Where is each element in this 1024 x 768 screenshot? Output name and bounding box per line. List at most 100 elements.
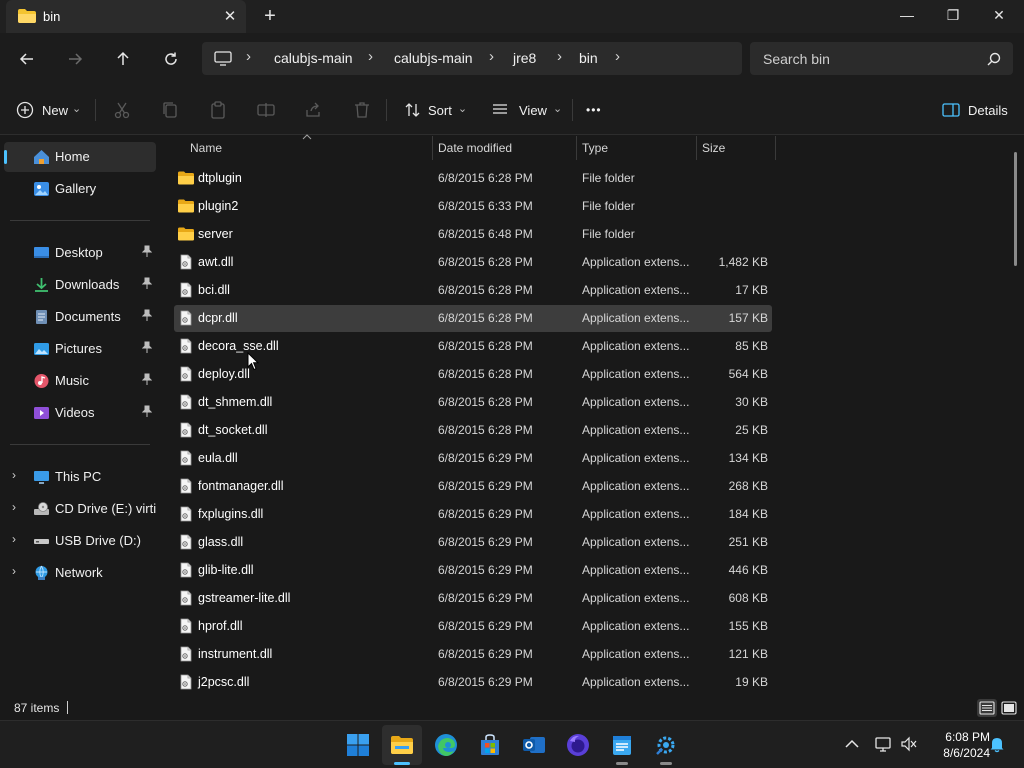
pin-icon[interactable] (141, 245, 153, 260)
tiles-view-button[interactable] (999, 699, 1019, 717)
pin-icon[interactable] (141, 341, 153, 356)
breadcrumb-item[interactable]: bin (579, 50, 598, 66)
sidebar-item-usb-drive[interactable]: › USB Drive (D:) (4, 526, 156, 556)
file-row[interactable]: deploy.dll 6/8/2015 6:28 PM Application ex… (174, 361, 772, 388)
tab-bin[interactable]: bin ✕ (6, 0, 246, 33)
taskbar-firefox[interactable] (558, 725, 598, 765)
volume-muted-icon[interactable] (900, 735, 918, 753)
system-clock[interactable]: 6:08 PM 8/6/2024 (920, 729, 990, 761)
forward-button[interactable] (60, 44, 90, 74)
search-icon[interactable] (986, 51, 1002, 67)
new-tab-button[interactable]: + (259, 6, 281, 28)
chevron-up-icon[interactable] (843, 735, 861, 753)
chevron-right-icon[interactable]: › (12, 500, 16, 514)
sidebar-item-network[interactable]: › Network (4, 558, 156, 588)
chevron-right-icon[interactable]: › (12, 532, 16, 546)
sidebar-item-documents[interactable]: Documents (4, 302, 156, 332)
chevron-right-icon[interactable]: › (12, 564, 16, 578)
search-input[interactable] (750, 42, 980, 75)
close-button[interactable]: ✕ (976, 0, 1022, 32)
sidebar-item-downloads[interactable]: Downloads (4, 270, 156, 300)
pin-icon[interactable] (141, 277, 153, 292)
column-divider[interactable] (775, 136, 776, 160)
file-name: fxplugins.dll (198, 507, 264, 521)
address-bar[interactable]: › calubjs-main › calubjs-main › jre8 › b… (202, 42, 742, 75)
pin-icon[interactable] (141, 405, 153, 420)
sidebar-item-home[interactable]: Home (4, 142, 156, 172)
breadcrumb-separator[interactable]: › (557, 48, 562, 65)
file-row[interactable]: eula.dll 6/8/2015 6:29 PM Application exte… (174, 445, 772, 472)
delete-icon[interactable] (352, 100, 372, 120)
column-header-type[interactable]: Type (576, 136, 696, 160)
start-button[interactable] (338, 725, 378, 765)
file-type: Application extens... (582, 283, 690, 297)
breadcrumb-item[interactable]: calubjs-main (274, 50, 353, 66)
file-row[interactable]: awt.dll 6/8/2015 6:28 PM Application exten… (174, 249, 772, 276)
more-options-button[interactable]: ••• (586, 98, 602, 122)
paste-icon[interactable] (208, 100, 228, 120)
rename-icon[interactable] (256, 100, 276, 120)
file-row[interactable]: fxplugins.dll 6/8/2015 6:29 PM Application… (174, 501, 772, 528)
breadcrumb-separator[interactable]: › (489, 48, 494, 65)
share-icon[interactable] (304, 100, 324, 120)
sidebar-item-music[interactable]: Music (4, 366, 156, 396)
taskbar-file-explorer[interactable] (382, 725, 422, 765)
back-button[interactable] (12, 44, 42, 74)
breadcrumb-separator[interactable]: › (615, 48, 620, 65)
file-row[interactable]: hprof.dll 6/8/2015 6:29 PM Application ext… (174, 613, 772, 640)
file-date-modified: 6/8/2015 6:28 PM (438, 395, 533, 409)
column-header-date[interactable]: Date modified (432, 136, 576, 160)
file-row[interactable]: instrument.dll 6/8/2015 6:29 PM Applicatio… (174, 641, 772, 668)
sidebar-item-gallery[interactable]: Gallery (4, 174, 156, 204)
tab-close-icon[interactable]: ✕ (220, 7, 240, 27)
sidebar-item-pictures[interactable]: Pictures (4, 334, 156, 364)
file-row[interactable]: dt_socket.dll 6/8/2015 6:28 PM Application… (174, 417, 772, 444)
folder-row[interactable]: dtplugin 6/8/2015 6:28 PM File folder (174, 165, 772, 192)
sidebar-item-desktop[interactable]: Desktop (4, 238, 156, 268)
taskbar-app[interactable] (646, 725, 686, 765)
taskbar-notepad[interactable] (602, 725, 642, 765)
sidebar-item-this-pc[interactable]: › This PC (4, 462, 156, 492)
pin-icon[interactable] (141, 373, 153, 388)
up-button[interactable] (108, 44, 138, 74)
folder-row[interactable]: plugin2 6/8/2015 6:33 PM File folder (174, 193, 772, 220)
breadcrumb-item[interactable]: jre8 (513, 50, 536, 66)
minimize-button[interactable]: — (884, 0, 930, 32)
file-row[interactable]: bci.dll 6/8/2015 6:28 PM Application exten… (174, 277, 772, 304)
file-row[interactable]: glib-lite.dll 6/8/2015 6:29 PM Application… (174, 557, 772, 584)
breadcrumb-separator[interactable]: › (368, 48, 373, 65)
refresh-button[interactable] (156, 44, 186, 74)
details-view-button[interactable] (977, 699, 997, 717)
chevron-right-icon[interactable]: › (12, 468, 16, 482)
details-button[interactable]: Details (942, 98, 1008, 122)
maximize-button[interactable]: ❐ (930, 0, 976, 32)
file-row[interactable]: decora_sse.dll 6/8/2015 6:28 PM Applicatio… (174, 333, 772, 360)
taskbar-edge[interactable] (426, 725, 466, 765)
file-row[interactable]: glass.dll 6/8/2015 6:29 PM Application ext… (174, 529, 772, 556)
taskbar-store[interactable] (470, 725, 510, 765)
network-status-icon[interactable] (874, 735, 892, 753)
file-row[interactable]: j2pcsc.dll 6/8/2015 6:29 PM Application ex… (174, 669, 772, 696)
file-row[interactable]: gstreamer-lite.dll 6/8/2015 6:29 PM Applic… (174, 585, 772, 612)
sidebar-item-cd-drive[interactable]: › CD Drive (E:) virtio- (4, 494, 156, 524)
pin-icon[interactable] (141, 309, 153, 324)
new-button[interactable]: New ⌄ (16, 98, 81, 122)
taskbar-outlook[interactable] (514, 725, 554, 765)
column-header-size[interactable]: Size (696, 136, 776, 160)
search-box[interactable] (750, 42, 1013, 75)
vertical-scrollbar[interactable] (1014, 152, 1017, 266)
copy-icon[interactable] (160, 100, 180, 120)
file-row[interactable]: dt_shmem.dll 6/8/2015 6:28 PM Application … (174, 389, 772, 416)
file-size: 17 KB (735, 283, 768, 297)
file-name: instrument.dll (198, 647, 273, 661)
folder-row[interactable]: server 6/8/2015 6:48 PM File folder (174, 221, 772, 248)
cut-icon[interactable] (112, 100, 132, 120)
breadcrumb-item[interactable]: calubjs-main (394, 50, 473, 66)
file-row[interactable]: dcpr.dll 6/8/2015 6:28 PM Application exte… (174, 305, 772, 332)
file-row[interactable]: fontmanager.dll 6/8/2015 6:29 PM Applicati… (174, 473, 772, 500)
sort-button[interactable]: Sort ⌄ (404, 98, 467, 122)
column-header-name[interactable]: Name (184, 134, 432, 160)
sidebar-item-videos[interactable]: Videos (4, 398, 156, 428)
view-button[interactable]: View ⌄ (491, 98, 562, 122)
notification-bell-icon[interactable] (988, 735, 1006, 753)
